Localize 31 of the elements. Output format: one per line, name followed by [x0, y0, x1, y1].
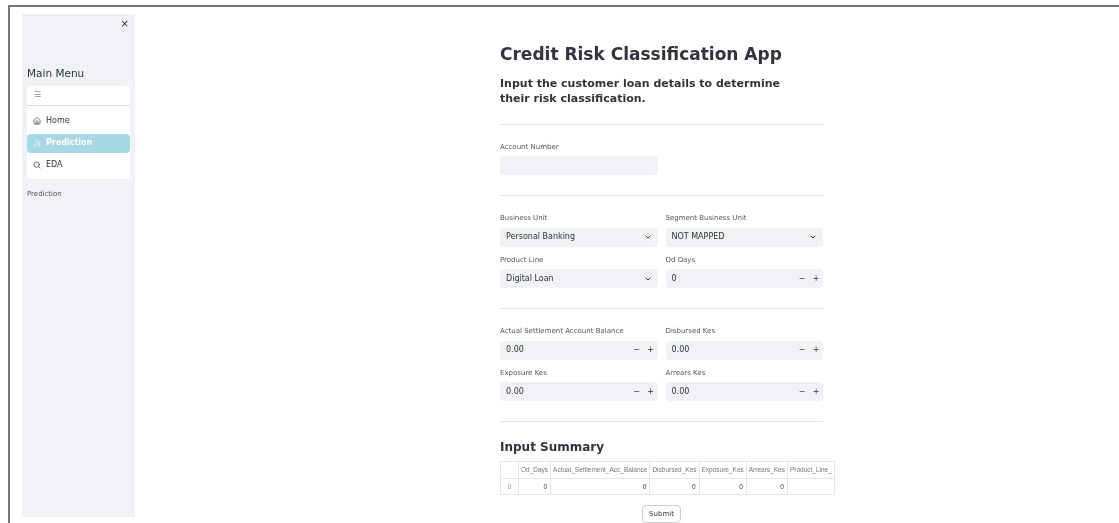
increment-button[interactable]: + [809, 272, 823, 285]
close-icon[interactable]: × [120, 16, 129, 31]
number-field[interactable]: 0.00 − + [500, 382, 658, 401]
house-icon [33, 117, 41, 126]
decrement-button[interactable]: − [795, 272, 809, 285]
dropdown[interactable]: NOT MAPPED [665, 227, 823, 247]
menu-item[interactable]: EDA [27, 155, 130, 175]
decrement-button[interactable]: − [629, 344, 644, 356]
menu-item[interactable]: Home [27, 111, 130, 131]
decrement-button[interactable]: − [795, 385, 809, 398]
decrement-button[interactable]: − [795, 344, 809, 356]
number-field[interactable]: 0 − + [665, 269, 823, 288]
increment-button[interactable]: + [809, 385, 823, 398]
menu-icon: ☰ [34, 89, 42, 102]
page-subtitle: Input the customer loan details to determine their risk classification. [500, 75, 781, 106]
increment-button[interactable]: + [809, 344, 823, 356]
bar-chart-icon [33, 139, 41, 148]
section-title: Input Summary [500, 439, 606, 456]
decrement-button[interactable]: − [629, 385, 644, 398]
chevron-down-icon [643, 233, 652, 241]
increment-button[interactable]: + [643, 385, 658, 398]
number-field[interactable]: 0.00 − + [665, 382, 823, 401]
number-field[interactable]: 0.00 − + [500, 340, 658, 360]
sidebar-title: Main Menu [27, 66, 86, 81]
increment-button[interactable]: + [643, 344, 658, 356]
number-field[interactable]: 0.00 − + [665, 340, 823, 360]
dropdown[interactable]: Digital Loan [500, 269, 658, 288]
page-title: Credit Risk Classification App [500, 43, 783, 66]
dropdown[interactable]: Personal Banking [500, 227, 658, 247]
search-icon [33, 161, 41, 170]
chevron-down-icon [809, 233, 817, 241]
